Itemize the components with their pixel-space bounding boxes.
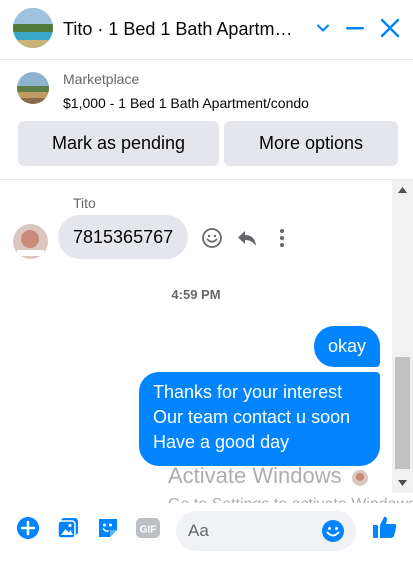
scrollbar-thumb[interactable] — [395, 357, 410, 469]
sender-name: Tito — [73, 195, 96, 211]
listing-title[interactable]: $1,000 - 1 Bed 1 Bath Apartment/condo — [63, 95, 309, 111]
marketplace-label: Marketplace — [63, 71, 140, 87]
plus-circle-icon[interactable] — [15, 515, 41, 541]
chevron-down-icon[interactable] — [309, 14, 337, 42]
thumbs-up-icon[interactable] — [372, 514, 398, 540]
scroll-up-arrow-icon[interactable] — [392, 180, 413, 200]
close-icon[interactable] — [376, 14, 404, 42]
message-line: Have a good day — [153, 432, 290, 452]
outgoing-message-bubble[interactable]: okay — [313, 326, 380, 367]
marketplace-panel: Marketplace $1,000 - 1 Bed 1 Bath Apartm… — [0, 60, 413, 180]
photo-icon[interactable] — [55, 515, 81, 541]
outgoing-message-bubble[interactable]: Thanks for your interest Our team contac… — [139, 372, 380, 466]
contact-avatar[interactable] — [13, 8, 53, 48]
mark-as-pending-button[interactable]: Mark as pending — [18, 121, 219, 166]
more-options-button[interactable]: More options — [224, 121, 398, 166]
message-line: Our team contact u soon — [153, 407, 351, 427]
message-input-wrapper — [176, 511, 356, 551]
minimize-icon[interactable] — [341, 14, 369, 42]
scroll-down-arrow-icon[interactable] — [392, 473, 413, 493]
chat-title[interactable]: Tito · 1 Bed 1 Bath Apartm… — [63, 19, 292, 40]
react-emoji-icon[interactable] — [201, 227, 223, 249]
more-actions-icon[interactable] — [271, 227, 293, 249]
activate-windows-watermark: Activate Windows — [168, 463, 342, 488]
message-timestamp: 4:59 PM — [171, 287, 221, 302]
seen-receipt-avatar — [352, 470, 368, 486]
emoji-icon[interactable] — [321, 519, 345, 543]
message-composer: GIF — [0, 503, 413, 568]
message-input[interactable] — [188, 511, 318, 551]
svg-text:GIF: GIF — [140, 525, 157, 536]
chat-header: Tito · 1 Bed 1 Bath Apartm… — [0, 0, 413, 60]
listing-thumbnail[interactable] — [17, 72, 49, 104]
message-line: Thanks for your interest — [153, 382, 343, 402]
message-thread[interactable]: Tito 7815365767 4:59 PM okay Thanks for … — [0, 180, 392, 493]
sticker-icon[interactable] — [95, 515, 121, 541]
gif-icon[interactable]: GIF — [135, 515, 161, 541]
incoming-message-bubble[interactable]: 7815365767 — [58, 215, 189, 259]
sender-avatar[interactable] — [13, 224, 48, 259]
message-line: okay — [327, 336, 366, 356]
reply-icon[interactable] — [236, 227, 258, 249]
thread-scrollbar[interactable] — [392, 180, 413, 493]
